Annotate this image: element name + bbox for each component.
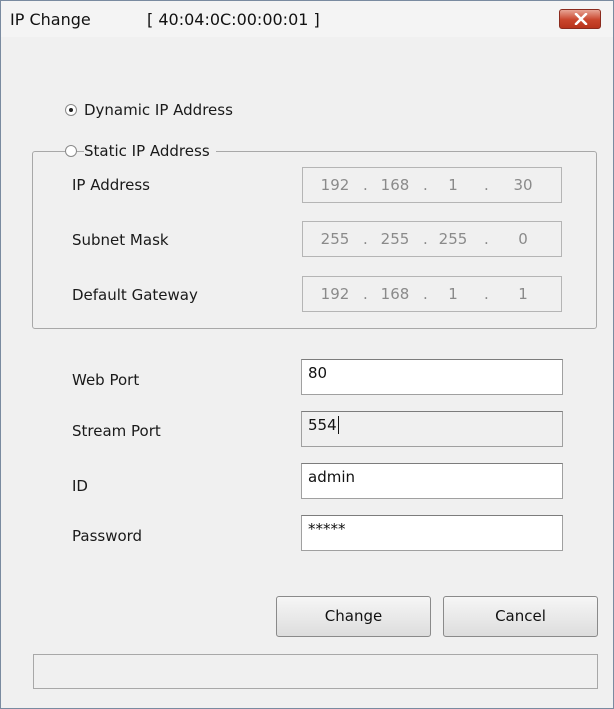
gateway-octet-3: 1	[448, 285, 458, 303]
ip-octet-4: 30	[513, 176, 533, 194]
ip-dot: .	[363, 176, 368, 194]
stream-port-value: 554	[308, 416, 337, 434]
gateway-dot: .	[423, 285, 428, 303]
static-ip-radio[interactable]: Static IP Address	[65, 142, 216, 160]
mac-address-label: [ 40:04:0C:00:00:01 ]	[147, 10, 320, 29]
ip-octet-3: 1	[448, 176, 458, 194]
ip-address-field: 192 . 168 . 1 . 30	[302, 167, 562, 203]
static-ip-label: Static IP Address	[84, 142, 216, 160]
default-gateway-field: 192 . 168 . 1 . 1	[302, 276, 562, 312]
radio-checked-icon[interactable]	[65, 104, 77, 116]
stream-port-label: Stream Port	[72, 422, 161, 440]
window-title: IP Change	[10, 10, 91, 29]
web-port-label: Web Port	[72, 371, 140, 389]
dynamic-ip-label: Dynamic IP Address	[84, 101, 239, 119]
mask-dot: .	[484, 230, 489, 248]
gateway-octet-1: 192	[320, 285, 350, 303]
mask-octet-3: 255	[438, 230, 468, 248]
web-port-input[interactable]: 80	[301, 359, 563, 395]
subnet-mask-field: 255 . 255 . 255 . 0	[302, 221, 562, 257]
id-input[interactable]: admin	[301, 463, 563, 499]
mask-octet-1: 255	[320, 230, 350, 248]
title-bar[interactable]: IP Change [ 40:04:0C:00:00:01 ]	[1, 1, 613, 37]
mask-octet-2: 255	[380, 230, 410, 248]
close-button[interactable]	[559, 9, 601, 29]
change-button[interactable]: Change	[276, 596, 431, 637]
password-input[interactable]: *****	[301, 515, 563, 551]
gateway-dot: .	[484, 285, 489, 303]
dynamic-ip-radio[interactable]: Dynamic IP Address	[65, 101, 239, 119]
gateway-octet-4: 1	[518, 285, 528, 303]
close-icon	[574, 13, 588, 25]
mask-dot: .	[423, 230, 428, 248]
ip-dot: .	[423, 176, 428, 194]
mask-dot: .	[363, 230, 368, 248]
mask-octet-4: 0	[518, 230, 528, 248]
ip-dot: .	[484, 176, 489, 194]
cancel-button[interactable]: Cancel	[443, 596, 598, 637]
subnet-mask-label: Subnet Mask	[72, 231, 169, 249]
id-label: ID	[72, 477, 88, 495]
gateway-octet-2: 168	[380, 285, 410, 303]
gateway-dot: .	[363, 285, 368, 303]
password-label: Password	[72, 527, 143, 545]
ip-octet-1: 192	[320, 176, 350, 194]
ip-octet-2: 168	[380, 176, 410, 194]
status-bar	[33, 654, 598, 689]
ip-change-dialog: IP Change [ 40:04:0C:00:00:01 ] Dynamic …	[0, 0, 614, 709]
default-gateway-label: Default Gateway	[72, 286, 198, 304]
ip-address-label: IP Address	[72, 176, 150, 194]
radio-unchecked-icon[interactable]	[65, 145, 77, 157]
stream-port-input[interactable]: 554	[301, 411, 563, 447]
